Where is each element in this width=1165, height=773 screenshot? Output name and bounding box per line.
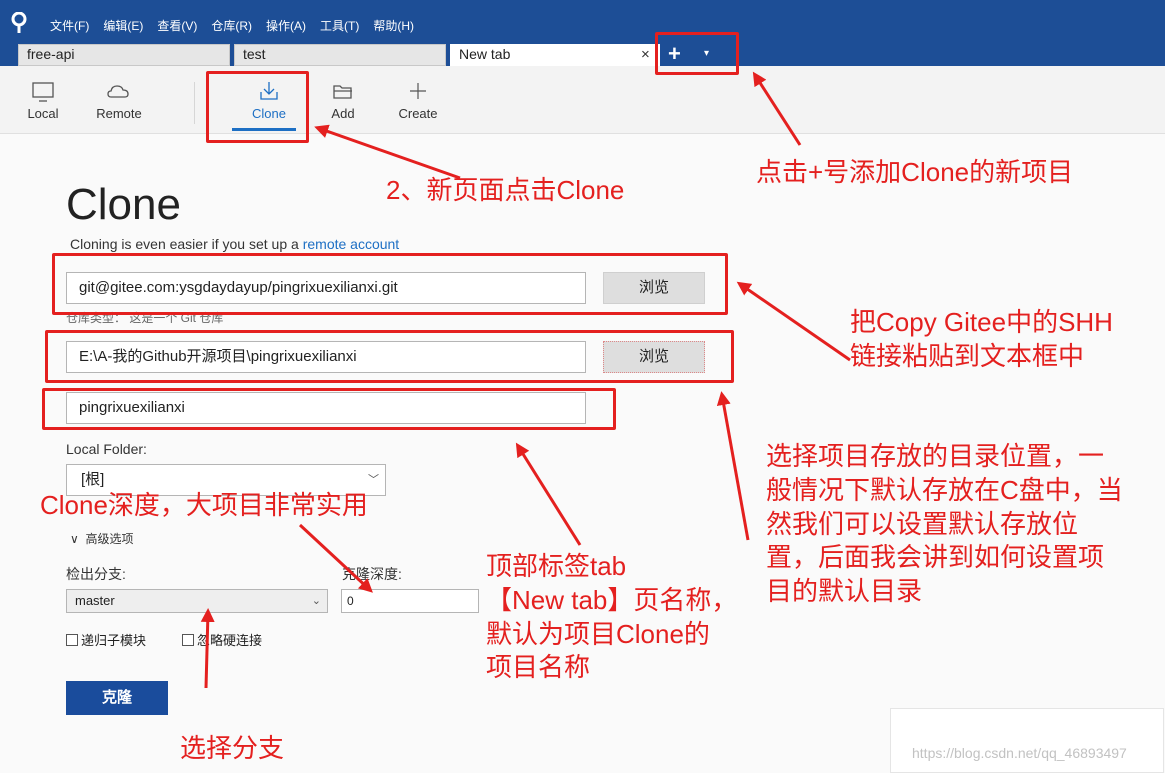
- annotation-add-tab: 点击+号添加Clone的新项目: [756, 157, 1074, 187]
- annotation-line: 然我们可以设置默认存放位: [766, 508, 1079, 539]
- arrow-to-clone: [314, 124, 461, 180]
- annotation-line: 项目名称: [486, 652, 591, 683]
- annotation-line: 顶部标签tab: [486, 551, 627, 581]
- arrow-to-name: [515, 442, 582, 546]
- arrow-to-path: [716, 391, 750, 541]
- arrow-to-add-tab: [752, 71, 802, 146]
- annotation-paste-url: 把Copy Gitee中的SHH 链接粘贴到文本框中: [850, 306, 1113, 374]
- annotation-line: 把Copy Gitee中的SHH: [850, 307, 1113, 337]
- annotation-clone-depth: Clone深度，大项目非常实用: [40, 490, 368, 520]
- annotation-choose-directory: 选择项目存放的目录位置，一 般情况下默认存放在C盘中，当 然我们可以设置默认存放…: [766, 440, 1123, 609]
- arrow-to-branch: [200, 608, 215, 689]
- annotation-line: 置，后面我会讲到如何设置项: [766, 542, 1105, 573]
- annotation-line: 选择项目存放的目录位置，一: [766, 441, 1105, 471]
- annotation-click-clone: 2、新页面点击Clone: [386, 175, 625, 205]
- annotation-line: 【New tab】页名称，: [486, 584, 738, 615]
- annotation-line: 般情况下默认存放在C盘中，当: [766, 474, 1123, 505]
- annotation-choose-branch: 选择分支: [180, 733, 285, 763]
- annotation-line: 默认为项目Clone的: [486, 618, 710, 649]
- annotation-line: 目的默认目录: [766, 576, 923, 607]
- arrow-to-depth: [298, 523, 373, 593]
- annotation-tab-name: 顶部标签tab 【New tab】页名称， 默认为项目Clone的 项目名称: [486, 550, 737, 685]
- arrow-to-url: [736, 281, 851, 362]
- annotation-line: 链接粘贴到文本框中: [850, 340, 1085, 371]
